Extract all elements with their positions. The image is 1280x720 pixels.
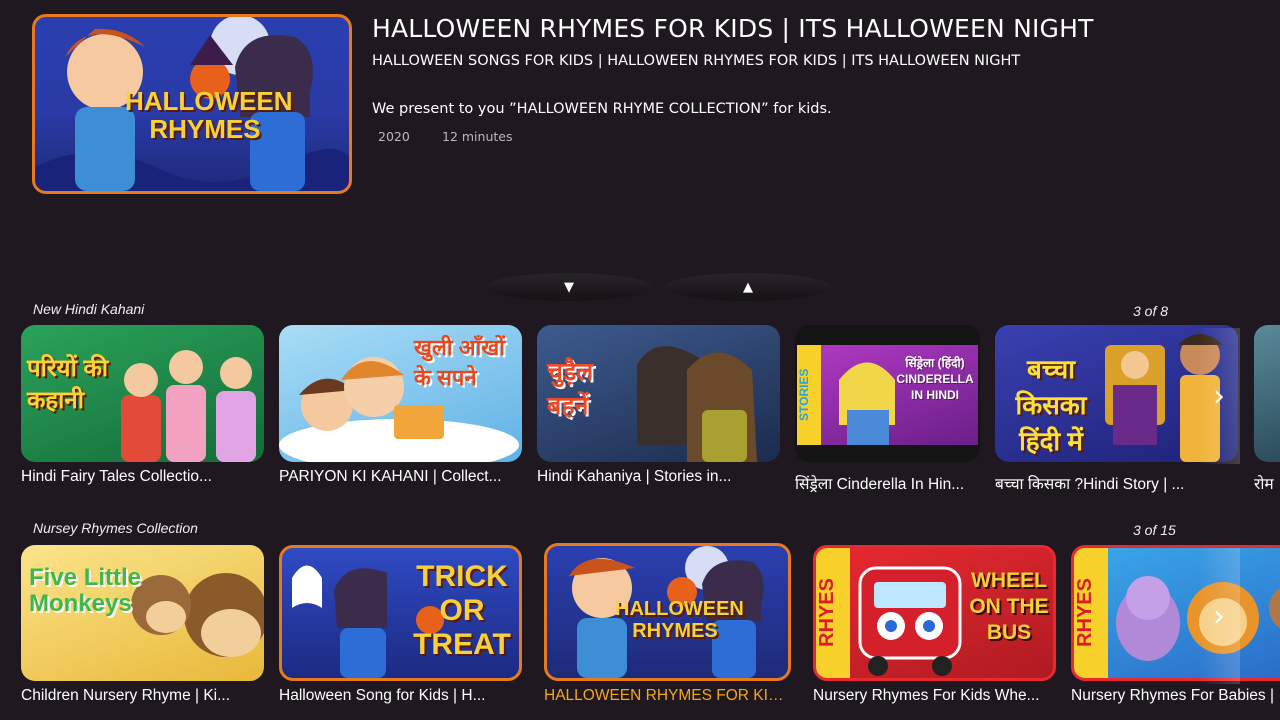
video-thumbnail: HALLOWEEN RHYMES <box>544 543 791 681</box>
video-title: सिंड्रेला Cinderella In Hin... <box>795 476 965 493</box>
hero-duration: 12 minutes <box>442 129 513 144</box>
video-title: HALLOWEEN RHYMES FOR KIDS |... <box>544 687 791 704</box>
row-next-button[interactable]: › <box>1198 328 1240 464</box>
hero-title: HALLOWEEN RHYMES FOR KIDS | ITS HALLOWEE… <box>372 14 1094 43</box>
hero-subtitle: HALLOWEEN SONGS FOR KIDS | HALLOWEEN RHY… <box>372 53 1021 69</box>
scroll-up-button[interactable]: ▲ <box>665 273 831 301</box>
row-title-nursery-rhymes: Nursey Rhymes Collection <box>33 520 198 536</box>
video-card[interactable]: रोम <box>1254 325 1280 494</box>
thumbnail-art-text: Five Little Monkeys <box>29 564 142 617</box>
video-title: Nursery Rhymes For Babies | <box>1071 687 1274 704</box>
video-thumbnail: STORIES सिंड्रेला (हिंदी) CINDERELLA IN … <box>795 325 980 462</box>
video-thumbnail: RHYES <box>1071 545 1280 681</box>
video-thumbnail: चुड़ैल बहनें <box>537 325 780 462</box>
row-next-button[interactable]: › <box>1198 548 1240 684</box>
video-title: Hindi Kahaniya | Stories in... <box>537 468 732 485</box>
video-card[interactable]: TRICK OR TREAT Halloween Song for Kids |… <box>279 545 522 705</box>
hero-thumbnail-title: HALLOWEEN RHYMES <box>125 86 293 144</box>
video-card[interactable]: परियों की कहानी Hindi Fairy Tales Collec… <box>21 325 264 486</box>
video-card[interactable]: चुड़ैल बहनें Hindi Kahaniya | Stories in… <box>537 325 780 486</box>
video-thumbnail <box>1254 325 1280 462</box>
video-title: रोम <box>1254 476 1274 493</box>
hero-thumbnail[interactable]: HALLOWEEN RHYMES <box>32 14 352 194</box>
thumbnail-art <box>121 350 256 462</box>
thumbnail-art-text: चुड़ैल बहनें <box>547 358 594 420</box>
video-title: Nursery Rhymes For Kids Whe... <box>813 687 1040 704</box>
video-card[interactable]: Five Little Monkeys Children Nursery Rhy… <box>21 545 264 705</box>
video-card[interactable]: खुली आँखों के सपने PARIYON KI KAHANI | C… <box>279 325 522 486</box>
video-title: PARIYON KI KAHANI | Collect... <box>279 468 502 485</box>
video-title: Halloween Song for Kids | H... <box>279 687 486 704</box>
video-card[interactable]: RHYES Nursery Rhymes For Babies | <box>1071 545 1280 705</box>
hero-year: 2020 <box>378 129 410 144</box>
chevron-right-icon: › <box>1213 378 1225 414</box>
triangle-down-icon: ▼ <box>564 279 574 295</box>
thumbnail-art-text: TRICK OR TREAT <box>413 560 511 661</box>
video-card[interactable]: RHYES WHEEL ON THE BUS Nursery Rhymes Fo… <box>813 545 1056 705</box>
scroll-down-button[interactable]: ▼ <box>486 273 652 301</box>
triangle-up-icon: ▲ <box>743 279 753 295</box>
row-title-new-hindi-kahani: New Hindi Kahani <box>33 301 145 317</box>
row-counter: 3 of 8 <box>1133 303 1169 319</box>
video-card-focused[interactable]: HALLOWEEN RHYMES HALLOWEEN RHYMES FOR KI… <box>544 543 791 705</box>
thumbnail-art-text: सिंड्रेला (हिंदी) CINDERELLA IN HINDI <box>896 356 974 402</box>
video-title: Hindi Fairy Tales Collectio... <box>21 468 212 485</box>
chevron-right-icon: › <box>1213 598 1225 634</box>
video-thumbnail: Five Little Monkeys <box>21 545 264 681</box>
row-counter: 3 of 15 <box>1133 522 1176 538</box>
thumbnail-art-text: HALLOWEEN RHYMES <box>615 598 744 642</box>
thumbnail-art <box>1116 576 1280 661</box>
video-card[interactable]: STORIES सिंड्रेला (हिंदी) CINDERELLA IN … <box>795 325 980 494</box>
video-thumbnail: खुली आँखों के सपने <box>279 325 522 462</box>
thumbnail-art-text: WHEEL ON THE BUS <box>969 569 1049 644</box>
thumbnail-art-text: खुली आँखों के सपने <box>414 335 505 390</box>
hero-description: We present to you ”HALLOWEEN RHYME COLLE… <box>372 101 832 117</box>
video-thumbnail: TRICK OR TREAT <box>279 545 522 681</box>
video-title: बच्चा किसका ?Hindi Story | ... <box>995 476 1185 493</box>
video-thumbnail: परियों की कहानी <box>21 325 264 462</box>
video-title: Children Nursery Rhyme | Ki... <box>21 687 231 704</box>
thumbnail-side-text: RHYES <box>1074 548 1108 678</box>
video-thumbnail: RHYES WHEEL ON THE BUS <box>813 545 1056 681</box>
